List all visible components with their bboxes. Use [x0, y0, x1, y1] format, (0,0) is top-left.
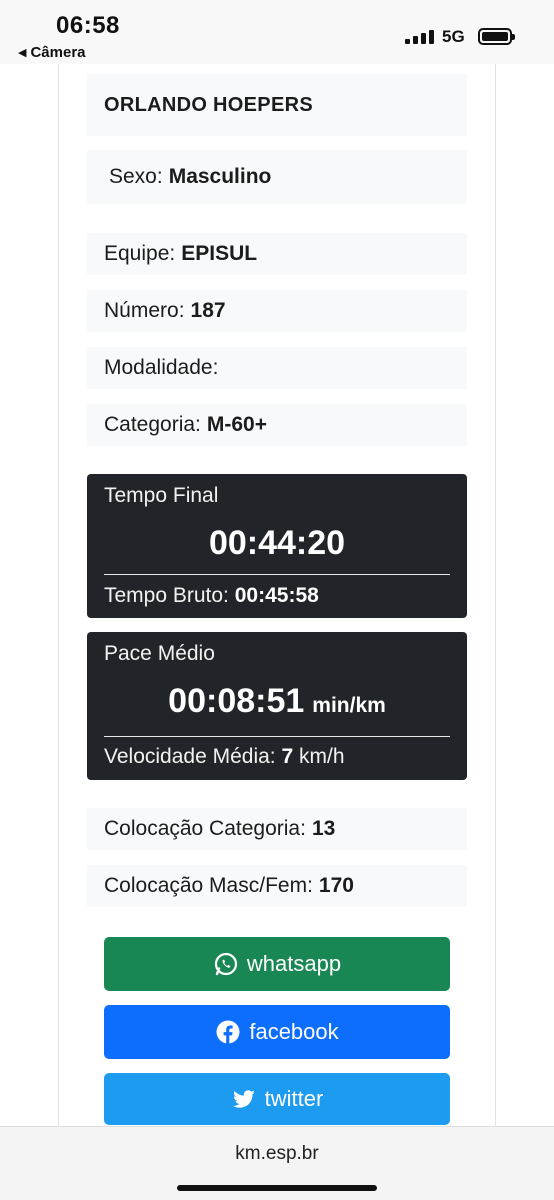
athlete-name-text: ORLANDO HOEPERS [104, 93, 313, 116]
final-time-label: Tempo Final [104, 484, 219, 507]
network-label: 5G [442, 27, 465, 46]
status-time: 06:58 [56, 12, 120, 39]
gender-placement-label: Colocação Masc/Fem: [104, 874, 313, 897]
twitter-icon [231, 1086, 257, 1112]
equipe-value: EPISUL [181, 242, 258, 265]
twitter-label: twitter [264, 1086, 324, 1111]
athlete-name: ORLANDO HOEPERS [87, 74, 467, 136]
gender-placement-value: 170 [318, 874, 354, 897]
sexo-row: Sexo: Masculino [87, 150, 467, 204]
facebook-label: facebook [249, 1019, 339, 1044]
pace-card: Pace Médio 00:08:51 min/km Velocidade Méd… [87, 632, 467, 780]
equipe-label: Equipe: [104, 242, 176, 265]
speed-unit: km/h [299, 745, 345, 768]
pace-unit: min/km [312, 694, 386, 717]
speed-row: Velocidade Média: 7 km/h [104, 745, 345, 769]
pace-value-row: 00:08:51 min/km [87, 682, 467, 721]
gross-time-row: Tempo Bruto: 00:45:58 [104, 584, 319, 608]
card-divider [104, 574, 450, 575]
sexo-value: Masculino [168, 165, 272, 188]
signal-icon [405, 28, 435, 44]
speed-value: 7 [281, 745, 294, 768]
back-triangle-icon: ◀ [18, 47, 27, 59]
gender-placement-row: Colocação Masc/Fem: 170 [87, 865, 467, 907]
facebook-icon [215, 1019, 241, 1045]
whatsapp-label: whatsapp [246, 951, 342, 976]
twitter-share-button[interactable]: twitter [104, 1073, 450, 1125]
back-app-label: Câmera [30, 44, 86, 61]
modalidade-label: Modalidade: [104, 356, 219, 379]
whatsapp-icon [213, 951, 239, 977]
categoria-row: Categoria: M-60+ [87, 404, 467, 446]
final-time-value: 00:44:20 [208, 524, 346, 562]
numero-row: Número: 187 [87, 290, 467, 332]
browser-url-bar[interactable]: km.esp.br [0, 1126, 554, 1200]
status-bar: 06:58 ◀ Câmera 5G [0, 0, 554, 64]
category-placement-label: Colocação Categoria: [104, 817, 306, 840]
category-placement-value: 13 [311, 817, 336, 840]
sexo-label: Sexo: [109, 165, 163, 188]
card-divider [104, 736, 450, 737]
pace-value: 00:08:51 [168, 682, 305, 720]
url-text[interactable]: km.esp.br [0, 1143, 554, 1165]
numero-value: 187 [190, 299, 226, 322]
category-placement-row: Colocação Categoria: 13 [87, 808, 467, 850]
speed-label: Velocidade Média: [104, 745, 276, 768]
final-time-card: Tempo Final 00:44:20 Tempo Bruto: 00:45:… [87, 474, 467, 618]
back-to-camera-link[interactable]: ◀ Câmera [18, 44, 86, 61]
gross-time-label: Tempo Bruto: [104, 584, 229, 607]
whatsapp-share-button[interactable]: whatsapp [104, 937, 450, 991]
gross-time-value: 00:45:58 [234, 584, 319, 607]
equipe-row: Equipe: EPISUL [87, 233, 467, 275]
battery-icon [478, 28, 515, 45]
pace-label: Pace Médio [104, 642, 215, 665]
numero-label: Número: [104, 299, 185, 322]
categoria-value: M-60+ [206, 413, 267, 436]
modalidade-row: Modalidade: [87, 347, 467, 389]
facebook-share-button[interactable]: facebook [104, 1005, 450, 1059]
categoria-label: Categoria: [104, 413, 201, 436]
home-indicator[interactable] [177, 1185, 377, 1191]
